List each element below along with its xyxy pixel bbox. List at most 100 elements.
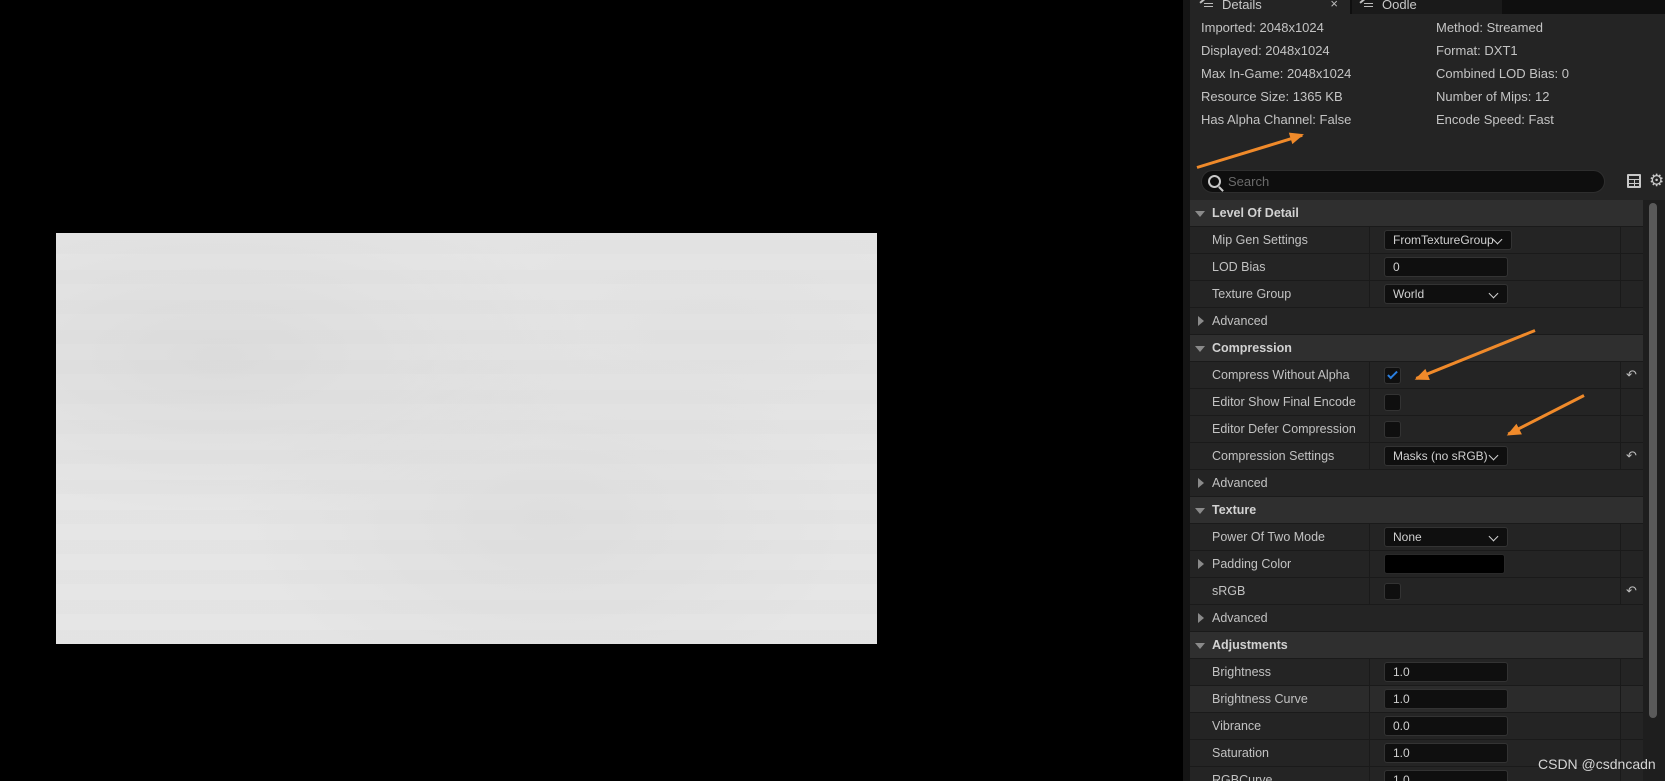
- close-icon[interactable]: ×: [1330, 0, 1338, 11]
- info-encode-speed: Encode Speed: Fast: [1436, 112, 1554, 127]
- reset-to-default-icon[interactable]: ↶: [1626, 448, 1637, 464]
- chevron-down-icon: [1488, 450, 1499, 461]
- property-label: Power Of Two Mode: [1212, 530, 1326, 544]
- property-row: Compression Settings Masks (no sRGB) ↶: [1190, 443, 1643, 470]
- advanced-group[interactable]: Advanced: [1190, 470, 1643, 497]
- expand-arrow-icon[interactable]: [1195, 508, 1205, 514]
- reset-cell: [1620, 227, 1643, 254]
- texture-group-dropdown[interactable]: World: [1384, 284, 1508, 304]
- watermark: CSDN @csdncadn: [1538, 756, 1656, 772]
- tab-details-label: Details: [1222, 0, 1262, 12]
- property-label: Compression Settings: [1212, 449, 1335, 463]
- property-label: Editor Show Final Encode: [1212, 395, 1356, 409]
- category-title: Texture: [1212, 503, 1257, 517]
- reset-to-default-icon[interactable]: ↶: [1626, 583, 1637, 599]
- category-title: Level Of Detail: [1212, 206, 1299, 220]
- scrollbar[interactable]: [1643, 200, 1665, 781]
- reset-cell: [1620, 686, 1643, 713]
- power-of-two-mode-dropdown[interactable]: None: [1384, 527, 1508, 547]
- expand-arrow-icon[interactable]: [1198, 478, 1204, 488]
- tab-oodle[interactable]: Oodle: [1352, 0, 1502, 14]
- dropdown-value: Masks (no sRGB): [1393, 449, 1488, 463]
- info-number-of-mips: Number of Mips: 12: [1436, 89, 1550, 104]
- dropdown-value: None: [1393, 530, 1422, 544]
- reset-cell: [1620, 524, 1643, 551]
- category-compression[interactable]: Compression: [1190, 335, 1643, 362]
- table-view-icon[interactable]: [1627, 174, 1641, 188]
- compression-settings-dropdown[interactable]: Masks (no sRGB): [1384, 446, 1508, 466]
- info-has-alpha: Has Alpha Channel: False: [1201, 112, 1352, 127]
- expand-arrow-icon[interactable]: [1195, 643, 1205, 649]
- reset-cell: [1620, 254, 1643, 281]
- texture-viewport[interactable]: [0, 0, 1183, 781]
- brightness-input[interactable]: 1.0: [1384, 662, 1508, 682]
- details-panel-body: Details × Oodle Imported: 2048x1024 Disp…: [1190, 0, 1665, 781]
- lod-bias-input[interactable]: 0: [1384, 257, 1508, 277]
- property-row: Editor Show Final Encode: [1190, 389, 1643, 416]
- reset-cell: [1620, 713, 1643, 740]
- editor-show-final-encode-checkbox[interactable]: [1384, 394, 1401, 411]
- chevron-down-icon: [1488, 531, 1499, 542]
- compress-without-alpha-checkbox[interactable]: [1384, 367, 1401, 384]
- rgb-curve-input[interactable]: 1.0: [1384, 770, 1508, 781]
- reset-to-default-icon[interactable]: ↶: [1626, 367, 1637, 383]
- reset-cell: [1620, 389, 1643, 416]
- settings-icon[interactable]: ⚙: [1649, 171, 1664, 191]
- brightness-curve-input[interactable]: 1.0: [1384, 689, 1508, 709]
- padding-color-swatch[interactable]: [1384, 554, 1505, 574]
- expand-arrow-icon[interactable]: [1198, 559, 1204, 569]
- property-row: sRGB ↶: [1190, 578, 1643, 605]
- srgb-checkbox[interactable]: [1384, 583, 1401, 600]
- property-row: Mip Gen Settings FromTextureGroup: [1190, 227, 1643, 254]
- expand-arrow-icon[interactable]: [1195, 346, 1205, 352]
- category-title: Adjustments: [1212, 638, 1288, 652]
- info-method: Method: Streamed: [1436, 20, 1543, 35]
- advanced-group[interactable]: Advanced: [1190, 605, 1643, 632]
- reset-cell: [1620, 551, 1643, 578]
- property-label: Brightness Curve: [1212, 692, 1308, 706]
- info-format: Format: DXT1: [1436, 43, 1518, 58]
- search-box[interactable]: [1201, 170, 1605, 193]
- property-label: sRGB: [1212, 584, 1246, 598]
- property-label: Editor Defer Compression: [1212, 422, 1356, 436]
- reset-cell: [1620, 659, 1643, 686]
- reset-cell: [1620, 416, 1643, 443]
- dropdown-value: FromTextureGroup: [1393, 233, 1494, 247]
- texture-info: Imported: 2048x1024 Displayed: 2048x1024…: [1190, 16, 1665, 136]
- checkmark-icon: [1387, 368, 1398, 380]
- advanced-label: Advanced: [1212, 476, 1268, 490]
- details-icon: [1358, 0, 1374, 10]
- search-row: ⚙: [1190, 170, 1665, 194]
- details-icon: [1198, 0, 1214, 10]
- search-input[interactable]: [1228, 173, 1588, 190]
- details-panel: Details × Oodle Imported: 2048x1024 Disp…: [1183, 0, 1665, 781]
- property-row: Power Of Two Mode None: [1190, 524, 1643, 551]
- tab-bar: Details × Oodle: [1190, 0, 1665, 14]
- vibrance-input[interactable]: 0.0: [1384, 716, 1508, 736]
- property-label: Saturation: [1212, 746, 1269, 760]
- info-displayed: Displayed: 2048x1024: [1201, 43, 1330, 58]
- advanced-label: Advanced: [1212, 611, 1268, 625]
- texture-preview: [56, 233, 877, 644]
- expand-arrow-icon[interactable]: [1198, 316, 1204, 326]
- property-row: Texture Group World: [1190, 281, 1643, 308]
- mip-gen-settings-dropdown[interactable]: FromTextureGroup: [1384, 230, 1512, 250]
- tab-details[interactable]: Details ×: [1190, 0, 1350, 14]
- expand-arrow-icon[interactable]: [1198, 613, 1204, 623]
- property-row: Vibrance 0.0: [1190, 713, 1643, 740]
- category-title: Compression: [1212, 341, 1292, 355]
- property-row: Editor Defer Compression: [1190, 416, 1643, 443]
- category-level-of-detail[interactable]: Level Of Detail: [1190, 200, 1643, 227]
- property-list: Level Of Detail Mip Gen Settings FromTex…: [1190, 200, 1643, 781]
- advanced-label: Advanced: [1212, 314, 1268, 328]
- category-adjustments[interactable]: Adjustments: [1190, 632, 1643, 659]
- scrollbar-thumb[interactable]: [1649, 203, 1657, 718]
- editor-defer-compression-checkbox[interactable]: [1384, 421, 1401, 438]
- expand-arrow-icon[interactable]: [1195, 211, 1205, 217]
- property-label: LOD Bias: [1212, 260, 1266, 274]
- property-row: LOD Bias 0: [1190, 254, 1643, 281]
- advanced-group[interactable]: Advanced: [1190, 308, 1643, 335]
- saturation-input[interactable]: 1.0: [1384, 743, 1508, 763]
- category-texture[interactable]: Texture: [1190, 497, 1643, 524]
- property-label: Brightness: [1212, 665, 1272, 679]
